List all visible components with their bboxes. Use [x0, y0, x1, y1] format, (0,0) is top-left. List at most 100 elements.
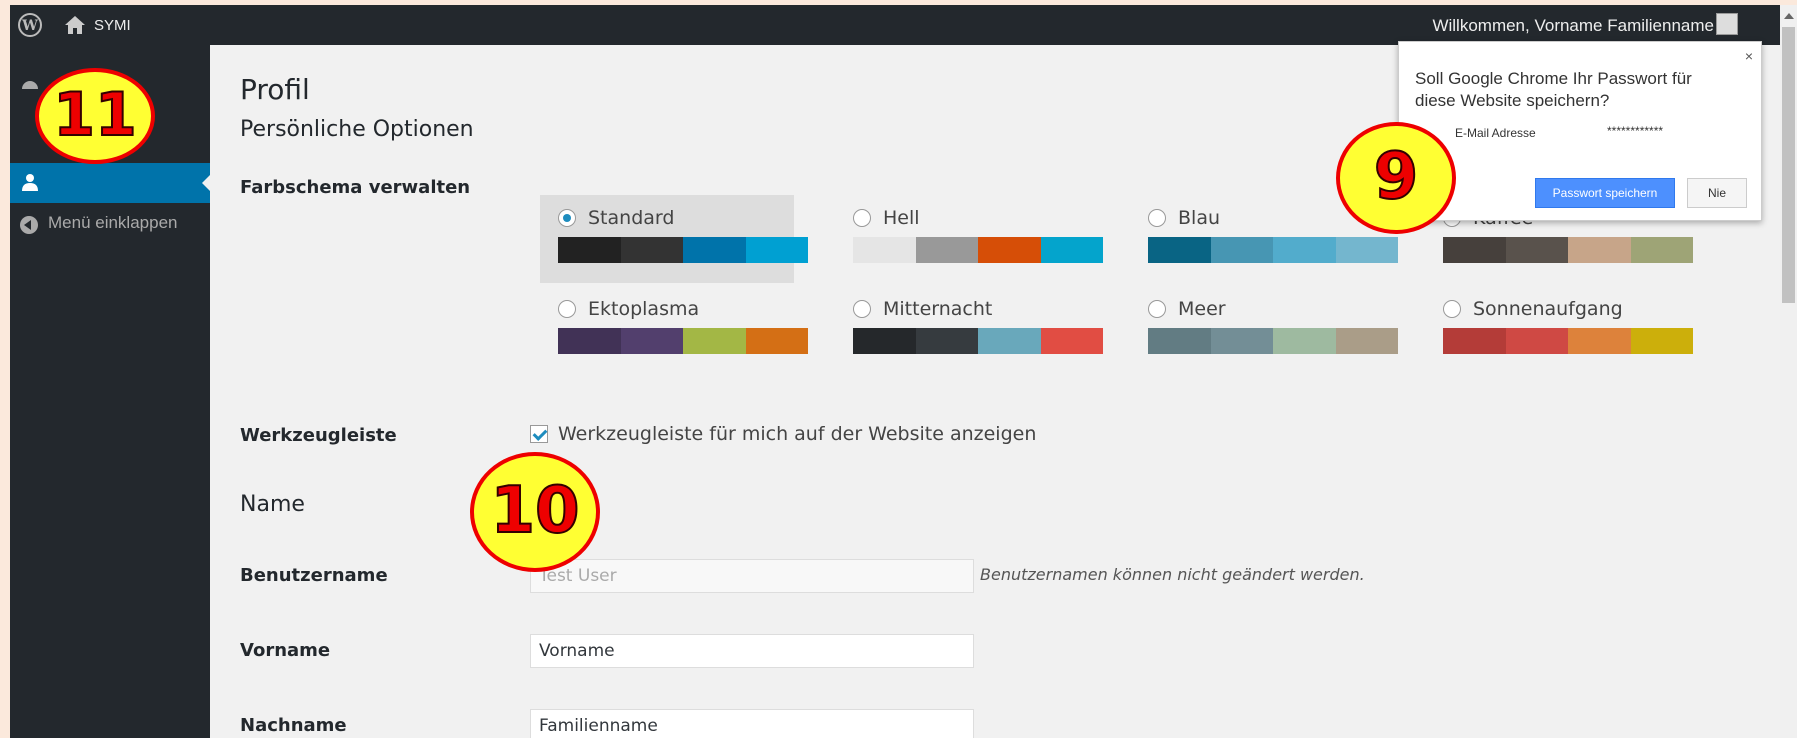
color-swatch	[558, 328, 621, 354]
current-menu-arrow	[202, 175, 210, 191]
color-scheme-name: Ektoplasma	[588, 298, 700, 320]
color-swatch	[1335, 237, 1398, 263]
color-swatch	[620, 237, 683, 263]
close-icon[interactable]: ×	[1745, 48, 1753, 64]
popup-field-label: E-Mail Adresse	[1455, 126, 1536, 140]
color-swatch	[978, 328, 1041, 354]
browser-frame: W SYMI Willkommen, Vorname Familienname …	[10, 5, 1780, 738]
color-swatch	[1505, 237, 1568, 263]
admin-bar: W SYMI Willkommen, Vorname Familienname	[10, 5, 1780, 45]
color-swatch	[1505, 328, 1568, 354]
page-title: Profil	[240, 73, 310, 106]
color-swatch	[620, 328, 683, 354]
color-swatch	[915, 328, 978, 354]
color-scheme-option[interactable]: Mitternacht	[835, 286, 1103, 374]
color-scheme-swatches	[853, 328, 1103, 354]
color-scheme-swatches	[1443, 237, 1693, 263]
site-name-link[interactable]: SYMI	[94, 17, 131, 34]
dashboard-icon[interactable]	[20, 75, 40, 95]
color-swatch	[1443, 328, 1506, 354]
color-scheme-name: Hell	[883, 207, 920, 229]
personal-options-heading: Persönliche Optionen	[240, 117, 474, 142]
color-scheme-radio[interactable]	[1443, 300, 1461, 318]
username-input	[530, 559, 974, 593]
color-swatch	[745, 328, 808, 354]
toolbar-checkbox-label[interactable]: Werkzeugleiste für mich auf der Website …	[558, 423, 1036, 445]
collapse-arrow-icon	[20, 216, 38, 234]
color-swatch	[1273, 328, 1336, 354]
color-scheme-option[interactable]: Hell	[835, 195, 1103, 283]
user-icon	[22, 174, 38, 191]
sidebar-item-profile[interactable]	[10, 163, 210, 203]
popup-field-value: ************	[1607, 124, 1664, 138]
color-scheme-option[interactable]: Ektoplasma	[540, 286, 808, 374]
color-swatch	[1568, 328, 1631, 354]
username-hint: Benutzernamen können nicht geändert werd…	[980, 565, 1365, 584]
collapse-menu-label: Menü einklappen	[48, 213, 178, 232]
svg-text:W: W	[21, 18, 38, 34]
color-scheme-option[interactable]: Meer	[1130, 286, 1398, 374]
color-scheme-radio[interactable]	[853, 209, 871, 227]
lastname-input[interactable]	[530, 709, 974, 738]
color-swatch	[915, 237, 978, 263]
toolbar-label: Werkzeugleiste	[240, 425, 397, 446]
color-scheme-option[interactable]: Sonnenaufgang	[1425, 286, 1693, 374]
color-swatch	[1335, 328, 1398, 354]
save-password-button[interactable]: Passwort speichern	[1535, 178, 1675, 208]
toolbar-checkbox[interactable]	[530, 425, 548, 443]
firstname-input[interactable]	[530, 634, 974, 668]
color-swatch	[683, 237, 746, 263]
color-scheme-radio[interactable]	[1148, 209, 1166, 227]
color-scheme-name: Meer	[1178, 298, 1226, 320]
welcome-message[interactable]: Willkommen, Vorname Familienname	[1432, 16, 1714, 36]
color-swatch	[558, 237, 621, 263]
color-swatch	[978, 237, 1041, 263]
color-swatch	[1040, 328, 1103, 354]
color-swatch	[1443, 237, 1506, 263]
color-scheme-swatches	[558, 237, 808, 263]
scrollbar[interactable]	[1780, 5, 1797, 738]
color-swatch	[745, 237, 808, 263]
scrollbar-thumb[interactable]	[1782, 27, 1795, 303]
color-swatch	[1210, 328, 1273, 354]
color-swatch	[1630, 237, 1693, 263]
avatar[interactable]	[1716, 13, 1738, 35]
color-swatch	[1210, 237, 1273, 263]
wordpress-logo-icon[interactable]: W	[18, 13, 42, 37]
home-icon[interactable]	[64, 15, 86, 35]
popup-message: Soll Google Chrome Ihr Passwort für dies…	[1415, 69, 1692, 110]
color-scheme-name: Standard	[588, 207, 675, 229]
color-scheme-radio[interactable]	[558, 209, 576, 227]
color-swatch	[1040, 237, 1103, 263]
scroll-up-arrow-icon[interactable]	[1784, 13, 1794, 19]
firstname-label: Vorname	[240, 640, 331, 661]
username-label: Benutzername	[240, 565, 388, 586]
annotation-badge-9: 9	[1336, 122, 1456, 234]
name-heading: Name	[240, 492, 305, 517]
color-swatch	[1273, 237, 1336, 263]
color-scheme-swatches	[1443, 328, 1693, 354]
color-swatch	[1148, 328, 1211, 354]
color-scheme-radio[interactable]	[558, 300, 576, 318]
color-scheme-swatches	[1148, 237, 1398, 263]
color-swatch	[1630, 328, 1693, 354]
color-scheme-name: Mitternacht	[883, 298, 993, 320]
color-swatch	[1568, 237, 1631, 263]
lastname-label: Nachname	[240, 715, 347, 736]
color-swatch	[683, 328, 746, 354]
annotation-badge-10: 10	[470, 452, 600, 572]
color-scheme-radio[interactable]	[1148, 300, 1166, 318]
color-scheme-swatches	[1148, 328, 1398, 354]
never-button[interactable]: Nie	[1687, 178, 1747, 208]
color-swatch	[853, 237, 916, 263]
color-scheme-radio[interactable]	[853, 300, 871, 318]
color-scheme-name: Sonnenaufgang	[1473, 298, 1623, 320]
color-scheme-swatches	[853, 237, 1103, 263]
color-swatch	[853, 328, 916, 354]
color-scheme-label: Farbschema verwalten	[240, 177, 471, 198]
color-scheme-swatches	[558, 328, 808, 354]
annotation-badge-11: 11	[35, 68, 155, 164]
color-scheme-option[interactable]: Standard	[540, 195, 808, 283]
color-swatch	[1148, 237, 1211, 263]
color-scheme-name: Blau	[1178, 207, 1220, 229]
